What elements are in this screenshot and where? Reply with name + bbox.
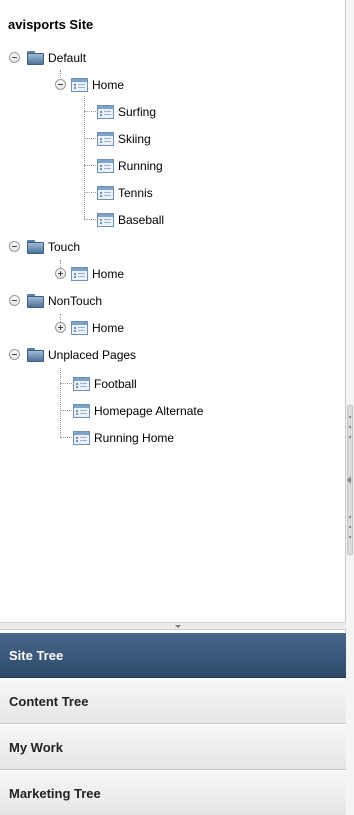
tree-connector bbox=[60, 368, 61, 437]
tree-connector bbox=[60, 260, 61, 268]
tree-connector bbox=[60, 437, 72, 438]
folder-icon bbox=[27, 240, 44, 254]
tree-node-unplaced-pages[interactable]: Unplaced Pages bbox=[27, 346, 136, 364]
page-icon bbox=[97, 186, 114, 200]
chevron-down-icon[interactable] bbox=[175, 625, 181, 628]
tree-node-label: Running bbox=[118, 159, 163, 173]
folder-icon bbox=[27, 348, 44, 362]
tree-connector bbox=[60, 383, 72, 384]
page-icon bbox=[73, 377, 90, 391]
panel-splitter[interactable] bbox=[0, 622, 346, 630]
page-icon bbox=[71, 78, 88, 92]
page-icon bbox=[71, 321, 88, 335]
page-icon bbox=[97, 132, 114, 146]
tree-connector bbox=[60, 314, 61, 322]
collapse-toggle-icon[interactable] bbox=[9, 52, 20, 63]
page-icon bbox=[73, 431, 90, 445]
tree-node-touch-home[interactable]: Home bbox=[71, 265, 124, 283]
tree-node-page[interactable]: Baseball bbox=[97, 211, 164, 229]
tree-node-page[interactable]: Skiing bbox=[97, 130, 151, 148]
tree-connector bbox=[84, 96, 85, 219]
tree-node-label: Unplaced Pages bbox=[48, 348, 137, 362]
folder-icon bbox=[27, 51, 44, 65]
tree-node-default[interactable]: Default bbox=[27, 49, 86, 67]
tree-node-label: NonTouch bbox=[48, 294, 103, 308]
collapse-toggle-icon[interactable] bbox=[9, 295, 20, 306]
site-title: avisports Site bbox=[8, 17, 94, 32]
tree-node-label: Home bbox=[92, 267, 125, 281]
tree-connector bbox=[60, 410, 72, 411]
tree-node-label: Baseball bbox=[118, 213, 165, 227]
nav-my-work-button[interactable]: My Work bbox=[0, 724, 346, 770]
nav-site-tree-button[interactable]: Site Tree bbox=[0, 632, 346, 678]
tree-node-label: Home bbox=[92, 321, 125, 335]
tree-area: avisports Site Default Home Surfing Skii… bbox=[0, 0, 346, 622]
page-icon bbox=[97, 213, 114, 227]
nav-marketing-tree-button[interactable]: Marketing Tree bbox=[0, 770, 346, 815]
tree-node-label: Homepage Alternate bbox=[94, 404, 204, 418]
tree-node-page[interactable]: Football bbox=[73, 375, 137, 393]
tree-node-page[interactable]: Homepage Alternate bbox=[73, 402, 203, 420]
tree-node-default-home[interactable]: Home bbox=[71, 76, 124, 94]
tree-node-label: Football bbox=[94, 377, 137, 391]
tree-node-page[interactable]: Surfing bbox=[97, 103, 156, 121]
expand-toggle-icon[interactable] bbox=[55, 268, 66, 279]
tree-connector bbox=[84, 219, 96, 220]
tree-node-label: Surfing bbox=[118, 105, 157, 119]
tree-connector bbox=[84, 138, 96, 139]
tree-node-label: Touch bbox=[48, 240, 81, 254]
tree-node-nontouch[interactable]: NonTouch bbox=[27, 292, 102, 310]
tree-node-label: Tennis bbox=[118, 186, 153, 200]
tree-node-nontouch-home[interactable]: Home bbox=[71, 319, 124, 337]
tree-node-label: Home bbox=[92, 78, 125, 92]
tree-node-touch[interactable]: Touch bbox=[27, 238, 80, 256]
site-tree-panel: avisports Site Default Home Surfing Skii… bbox=[0, 0, 346, 815]
collapse-toggle-icon[interactable] bbox=[55, 79, 66, 90]
page-icon bbox=[97, 105, 114, 119]
collapse-strip[interactable] bbox=[346, 0, 354, 815]
tree-node-page[interactable]: Tennis bbox=[97, 184, 153, 202]
expand-toggle-icon[interactable] bbox=[55, 322, 66, 333]
tree-node-page[interactable]: Running bbox=[97, 157, 163, 175]
chevron-left-icon[interactable] bbox=[347, 476, 351, 484]
tree-node-page[interactable]: Running Home bbox=[73, 429, 174, 447]
page-icon bbox=[73, 404, 90, 418]
page-icon bbox=[71, 267, 88, 281]
tree-connector bbox=[84, 111, 96, 112]
tree-connector bbox=[84, 165, 96, 166]
tree-node-label: Skiing bbox=[118, 132, 151, 146]
collapse-toggle-icon[interactable] bbox=[9, 241, 20, 252]
collapse-toggle-icon[interactable] bbox=[9, 349, 20, 360]
tree-node-label: Running Home bbox=[94, 431, 175, 445]
folder-icon bbox=[27, 294, 44, 308]
page-icon bbox=[97, 159, 114, 173]
tree-connector bbox=[84, 192, 96, 193]
nav-content-tree-button[interactable]: Content Tree bbox=[0, 678, 346, 724]
tree-node-label: Default bbox=[48, 51, 87, 65]
